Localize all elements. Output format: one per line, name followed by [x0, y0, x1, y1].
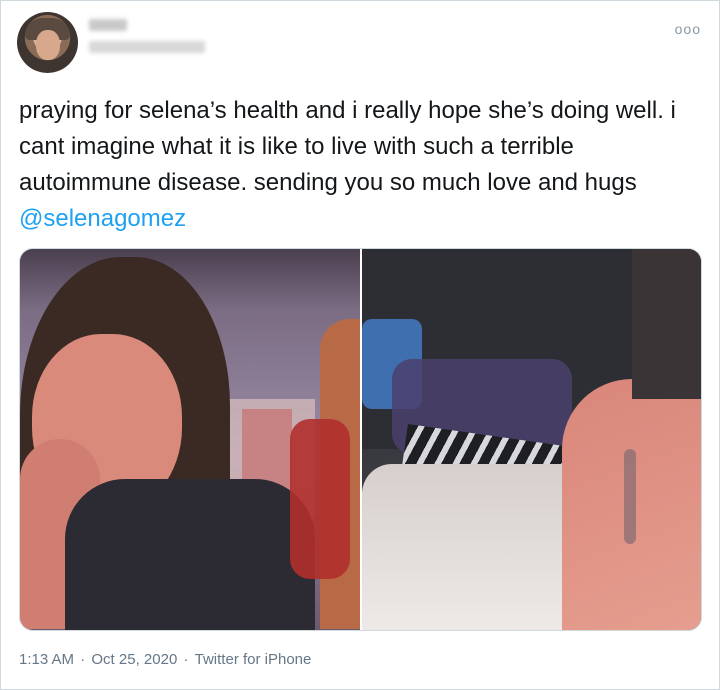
tweet-meta: 1:13 AM · Oct 25, 2020 · Twitter for iPh…: [19, 651, 313, 668]
blurred-display-name: [89, 19, 127, 31]
tweet-card: ooo praying for selena’s health and i re…: [0, 0, 720, 690]
blurred-handle: [89, 41, 205, 53]
more-options-icon[interactable]: ooo: [675, 21, 701, 37]
photo-2-sleeve: [631, 249, 701, 399]
photo-1-red-clothing: [290, 419, 350, 579]
meta-separator: ·: [179, 651, 193, 668]
tweet-source[interactable]: Twitter for iPhone: [195, 651, 312, 668]
media-grid: [19, 248, 702, 631]
avatar[interactable]: [17, 12, 78, 73]
photo-1[interactable]: [20, 249, 360, 630]
photo-2[interactable]: [361, 249, 701, 630]
avatar-face: [36, 30, 60, 60]
meta-separator: ·: [76, 651, 90, 668]
mention-link[interactable]: @selenagomez: [19, 205, 186, 232]
tweet-body: praying for selena’s health and i really…: [19, 97, 683, 196]
blurred-username: [89, 19, 205, 53]
photo-1-shirt: [65, 479, 315, 630]
timestamp-date[interactable]: Oct 25, 2020: [91, 651, 177, 668]
timestamp-time[interactable]: 1:13 AM: [19, 651, 74, 668]
photo-2-scar: [623, 449, 636, 544]
tweet-text: praying for selena’s health and i really…: [19, 93, 709, 237]
